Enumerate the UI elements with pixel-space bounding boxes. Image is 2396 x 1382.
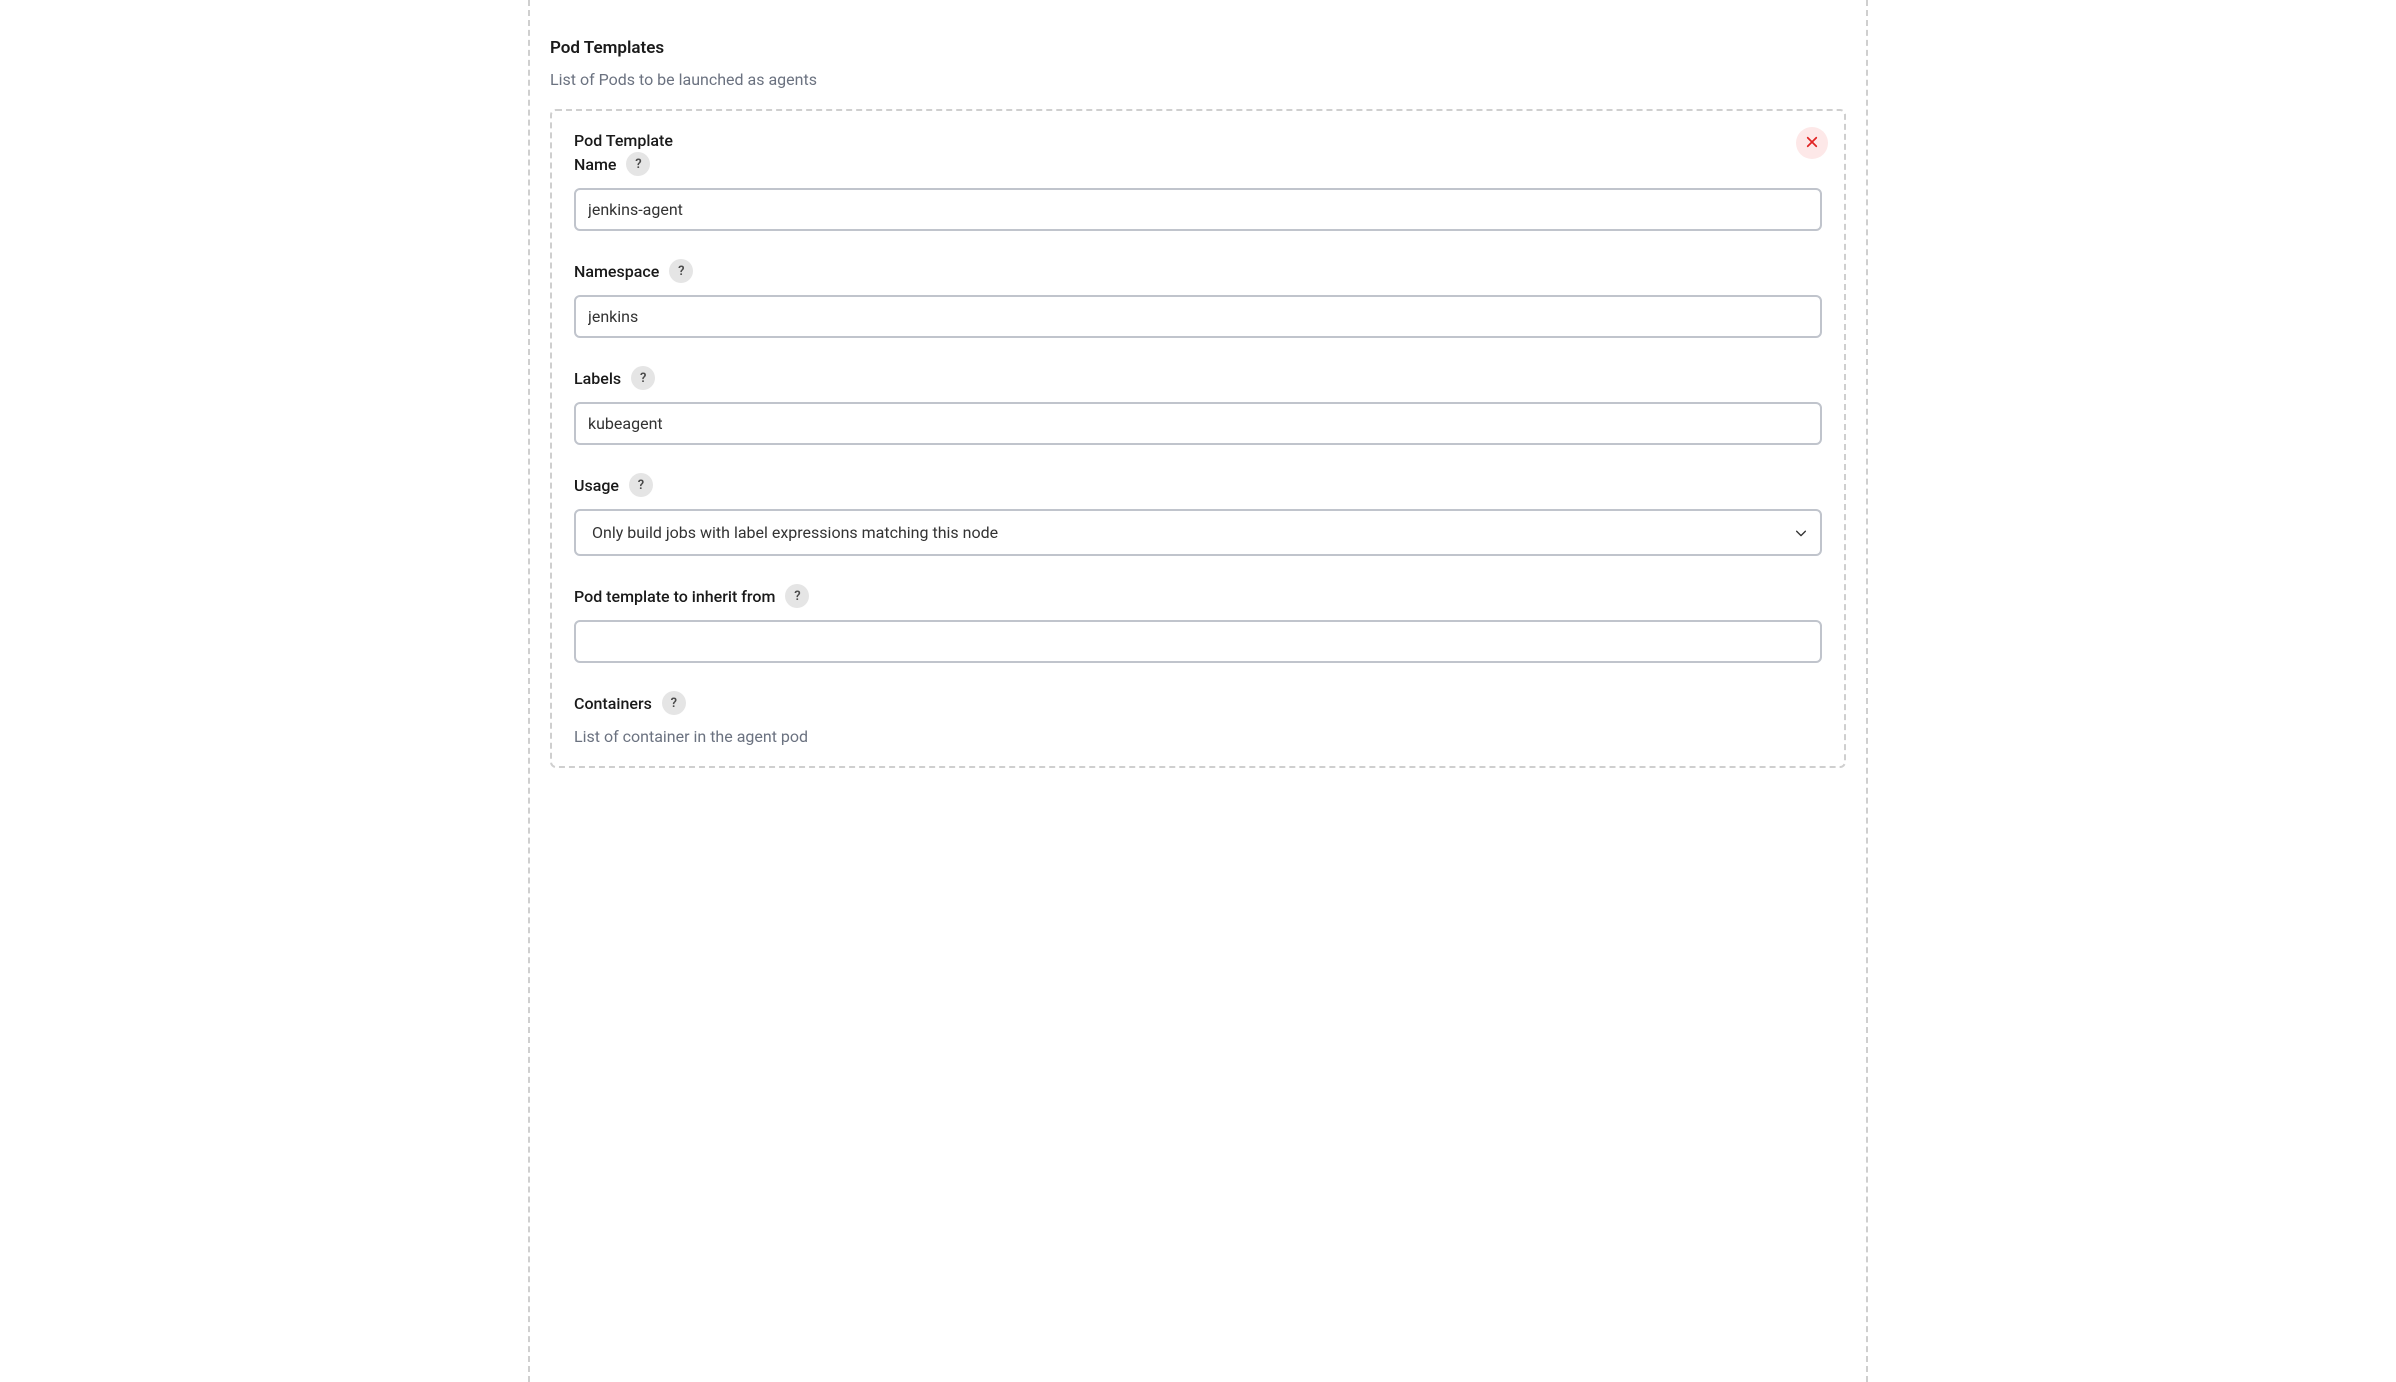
containers-description: List of container in the agent pod <box>574 727 1822 746</box>
section-title: Pod Templates <box>550 38 1846 58</box>
pod-template-box: Pod Template Name ? Namespace ? Labels ? <box>550 109 1846 768</box>
inherit-from-label: Pod template to inherit from <box>574 587 775 606</box>
help-icon[interactable]: ? <box>662 691 686 715</box>
help-icon[interactable]: ? <box>626 152 650 176</box>
labels-input[interactable] <box>574 402 1822 445</box>
name-label: Name <box>574 155 616 174</box>
containers-label: Containers <box>574 694 652 713</box>
pod-template-header: Pod Template <box>574 131 1822 150</box>
usage-select[interactable]: Only build jobs with label expressions m… <box>574 509 1822 556</box>
inherit-from-input[interactable] <box>574 620 1822 663</box>
help-icon[interactable]: ? <box>669 259 693 283</box>
cloud-config-panel: Pod Templates List of Pods to be launche… <box>528 0 1868 1382</box>
usage-label: Usage <box>574 476 619 495</box>
close-icon <box>1806 136 1818 151</box>
help-icon[interactable]: ? <box>629 473 653 497</box>
remove-pod-template-button[interactable] <box>1796 127 1828 159</box>
help-icon[interactable]: ? <box>631 366 655 390</box>
section-subtitle: List of Pods to be launched as agents <box>550 70 1846 89</box>
namespace-label: Namespace <box>574 262 659 281</box>
help-icon[interactable]: ? <box>785 584 809 608</box>
namespace-input[interactable] <box>574 295 1822 338</box>
name-input[interactable] <box>574 188 1822 231</box>
labels-label: Labels <box>574 369 621 388</box>
